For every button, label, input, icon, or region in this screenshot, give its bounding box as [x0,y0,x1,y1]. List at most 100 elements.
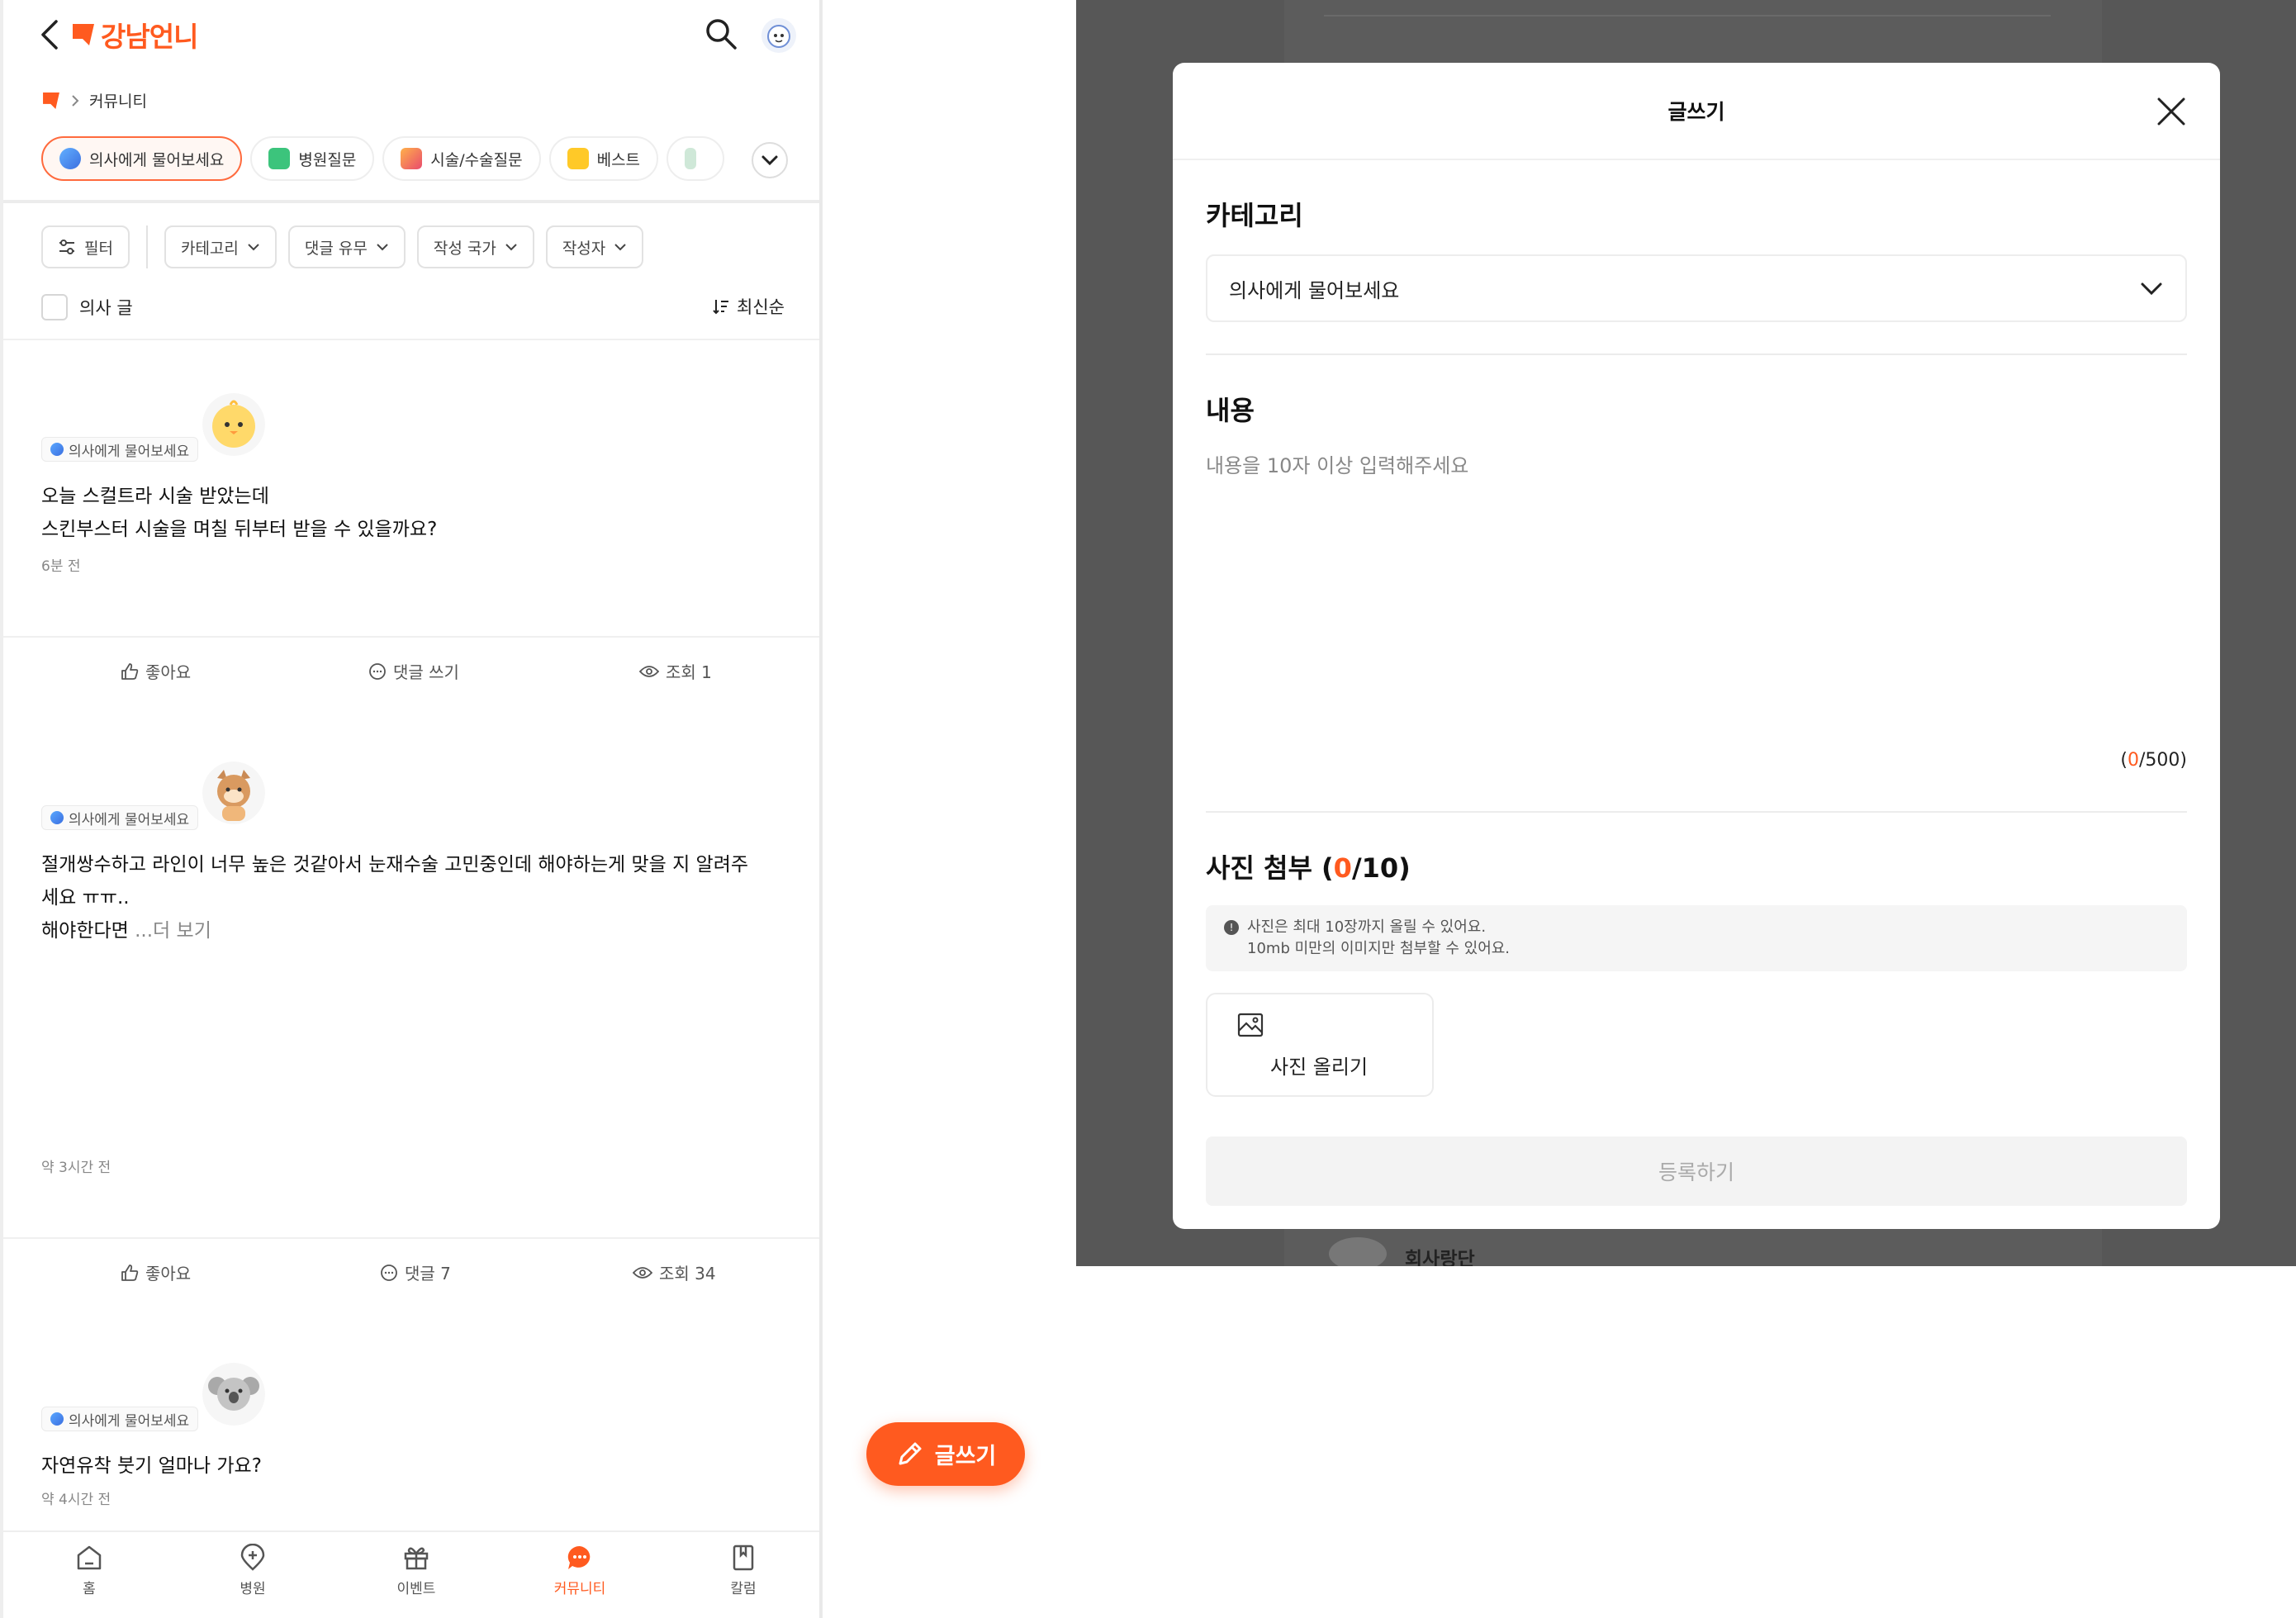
author-dropdown[interactable]: 작성자 [545,225,644,268]
squirrel-avatar-icon [202,762,266,824]
chick-avatar-icon [202,393,266,456]
submit-button[interactable]: 등록하기 [1206,1136,2187,1206]
doctor-only-checkbox[interactable] [41,294,68,320]
post-body[interactable]: 절개쌍수하고 라인이 너무 높은 것같아서 눈재수술 고민중인데 해야하는게 맞… [41,848,785,947]
notice-line: 10mb 미만의 이미지만 첨부할 수 있어요. [1247,940,1511,957]
back-arrow-icon[interactable] [35,18,68,51]
chip-best[interactable]: 베스트 [548,136,659,181]
comment-button[interactable]: 댓글 7 [380,1260,451,1284]
dropdown-label: 작성자 [562,239,606,258]
chip-partial[interactable] [667,136,725,181]
post-body[interactable]: 자연유착 붓기 얼마나 가요? [41,1450,785,1483]
gift-icon [404,1547,429,1570]
post-card[interactable]: 의사에게 물어보세요 오늘 스컬트라 시술 받았는데 스킨부스터 시술을 며칠 … [41,375,785,575]
comment-label: 댓글 쓰기 [393,662,459,682]
divider [3,339,819,340]
top-bar: 강남언니 [3,0,819,68]
nav-hospital[interactable]: 병원 [203,1544,302,1597]
bottle-icon [685,148,697,169]
logo-mark-icon[interactable] [41,90,61,112]
content-section-title: 내용 [1206,395,1255,426]
divider [145,225,148,268]
divider [1206,811,2187,813]
crown-icon [567,148,589,169]
nav-column[interactable]: 칼럼 [694,1544,793,1597]
chip-hospital-question[interactable]: 병원질문 [250,136,375,181]
counter-current: 0 [2128,750,2139,771]
brand-logo[interactable]: 강남언니 [71,15,198,55]
country-dropdown[interactable]: 작성 국가 [416,225,534,268]
post-card[interactable]: 의사에게 물어보세요 자연유착 붓기 얼마나 가요? 약 4시간 전 [41,1345,785,1508]
like-button[interactable]: 좋아요 [121,659,191,683]
post-time: 약 4시간 전 [41,1492,111,1508]
chip-procedure-question[interactable]: 시술/수술질문 [382,136,541,181]
chip-label: 의사에게 물어보세요 [89,150,225,169]
content-textarea[interactable]: 내용을 10자 이상 입력해주세요 [1206,449,2187,730]
doctor-chat-icon [50,811,64,824]
tag-label: 의사에게 물어보세요 [69,443,190,460]
logo-mark-icon [73,24,94,45]
background-avatar [1329,1237,1387,1266]
sliders-icon [59,240,74,254]
counter-rest: /500) [2139,750,2187,771]
modal-backdrop[interactable]: 회사랑단 글쓰기 카테고리 의사에게 물어보세요 내용 내용을 10자 이상 입… [1076,0,2296,1266]
profile-avatar[interactable] [761,18,796,53]
bookmark-book-icon [733,1544,754,1571]
comment-dropdown[interactable]: 댓글 유무 [287,225,406,268]
write-post-modal: 글쓰기 카테고리 의사에게 물어보세요 내용 내용을 10자 이상 입력해주세요… [1173,63,2220,1229]
thumbs-up-icon [121,1264,139,1281]
sort-label: 최신순 [737,297,785,317]
category-select[interactable]: 의사에게 물어보세요 [1206,254,2187,322]
sort-button[interactable]: 최신순 [712,294,785,319]
counter-open: ( [2120,750,2128,771]
photo-upload-button[interactable]: 사진 올리기 [1206,993,1434,1097]
category-dropdown[interactable]: 카테고리 [164,225,277,268]
doctor-only-row: 의사 글 최신순 [41,291,785,324]
chevron-down-icon [248,244,259,251]
divider [1206,353,2187,355]
chevron-right-icon [72,94,79,107]
view-label: 조회 1 [666,662,712,682]
character-counter: (0/500) [2120,750,2187,771]
search-icon[interactable] [704,17,738,51]
expand-chips-button[interactable] [752,142,788,178]
tag-label: 의사에게 물어보세요 [69,1412,190,1430]
hospital-building-icon [268,148,291,169]
bottom-navigation: 홈 병원 이벤트 커뮤니티 칼럼 [3,1530,819,1618]
nav-event[interactable]: 이벤트 [367,1544,466,1597]
chip-ask-doctor[interactable]: 의사에게 물어보세요 [41,136,243,181]
category-selected-value: 의사에게 물어보세요 [1229,278,1400,302]
doctor-chat-icon [50,443,64,456]
dropdown-label: 카테고리 [180,239,239,258]
location-plus-icon [240,1544,265,1571]
upload-label: 사진 올리기 [1270,1056,1369,1079]
category-chips: 의사에게 물어보세요 병원질문 시술/수술질문 베스트 [41,136,725,181]
nav-home[interactable]: 홈 [40,1544,139,1597]
chat-bubble-icon [381,1264,397,1281]
close-icon[interactable] [2156,96,2187,127]
pencil-icon [899,1442,922,1464]
post-line: 해야한다면 ...더 보기 [41,914,785,947]
post-card[interactable]: 의사에게 물어보세요 절개쌍수하고 라인이 너무 높은 것같아서 눈재수술 고민… [41,743,785,1176]
nav-community[interactable]: 커뮤니티 [530,1544,629,1597]
chat-bubble-icon [369,662,386,680]
breadcrumb-current[interactable]: 커뮤니티 [89,89,147,112]
read-more-link[interactable]: ...더 보기 [129,920,211,942]
procedure-icon [401,148,423,169]
post-body[interactable]: 오늘 스컬트라 시술 받았는데 스킨부스터 시술을 며칠 뒤부터 받을 수 있을… [41,480,785,546]
like-button[interactable]: 좋아요 [121,1260,191,1284]
post-actions: 좋아요 댓글 7 조회 34 [3,1239,819,1305]
post-line-text: 해야한다면 [41,920,129,942]
doctor-chat-icon [59,148,81,169]
comment-button[interactable]: 댓글 쓰기 [368,659,459,683]
home-icon [77,1545,102,1570]
modal-header: 글쓰기 [1173,63,2220,160]
write-post-fab[interactable]: 글쓰기 [866,1422,1025,1486]
view-label: 조회 34 [659,1264,716,1283]
brand-name: 강남언니 [101,21,198,53]
doctor-chat-icon [50,1412,64,1426]
filter-button[interactable]: 필터 [41,225,130,268]
post-line: 오늘 스컬트라 시술 받았는데 [41,486,269,507]
photo-notice: ! 사진은 최대 10장까지 올릴 수 있어요. 10mb 미만의 이미지만 첨… [1206,905,2187,971]
like-label: 좋아요 [145,1264,192,1283]
